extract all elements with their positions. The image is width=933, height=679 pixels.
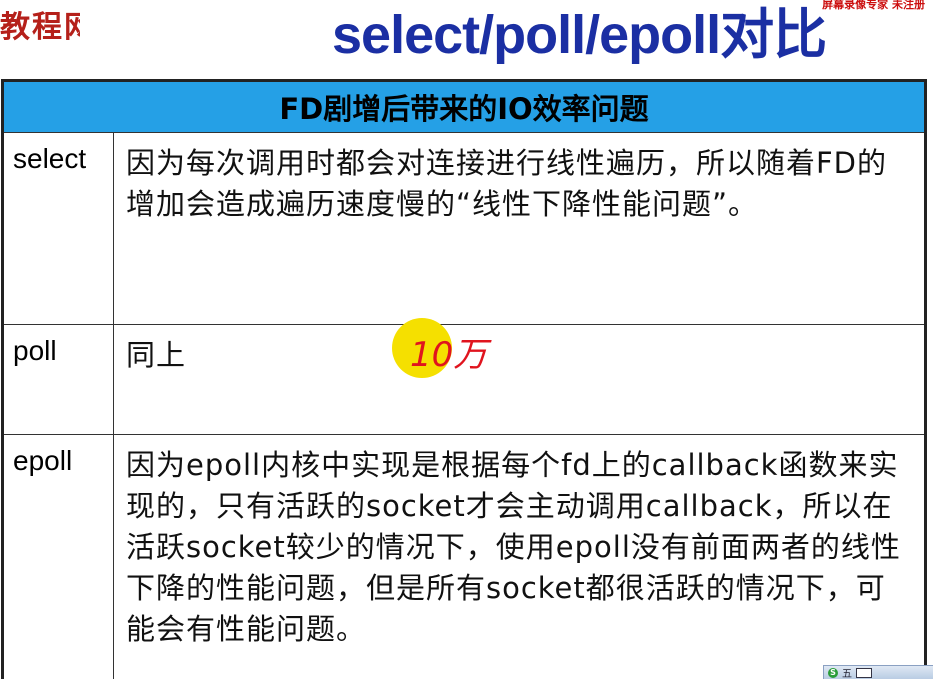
- ime-mode-label[interactable]: 五: [842, 665, 852, 679]
- slide-header: 教程网 屏幕录像专家 未注册 select/poll/epoll对比: [0, 0, 933, 80]
- annotation-text: 10万: [410, 335, 492, 375]
- row-name-epoll: epoll: [1, 434, 114, 679]
- site-logo: 教程网: [0, 10, 80, 45]
- row-name-select: select: [1, 132, 114, 325]
- table-heading: FD剧增后带来的IO效率问题: [1, 79, 927, 133]
- slide-title: select/poll/epoll对比: [332, 5, 827, 65]
- row-name-poll: poll: [1, 324, 114, 435]
- table-row-epoll: epoll 因为epoll内核中实现是根据每个fd上的callback函数来实现…: [1, 434, 927, 679]
- ime-logo-icon: S: [828, 667, 838, 678]
- row-description-epoll: 因为epoll内核中实现是根据每个fd上的callback函数来实现的，只有活跃…: [113, 434, 927, 679]
- ime-toolbar[interactable]: S 五: [823, 665, 933, 679]
- table-row-select: select 因为每次调用时都会对连接进行线性遍历，所以随着FD的增加会造成遍历…: [1, 132, 927, 325]
- row-description-poll: 同上: [113, 324, 927, 435]
- handwritten-annotation: 10万: [392, 318, 492, 378]
- ime-keyboard-icon[interactable]: [856, 667, 872, 678]
- recorder-watermark: 屏幕录像专家 未注册: [822, 0, 925, 11]
- row-description-select: 因为每次调用时都会对连接进行线性遍历，所以随着FD的增加会造成遍历速度慢的“线性…: [113, 132, 927, 325]
